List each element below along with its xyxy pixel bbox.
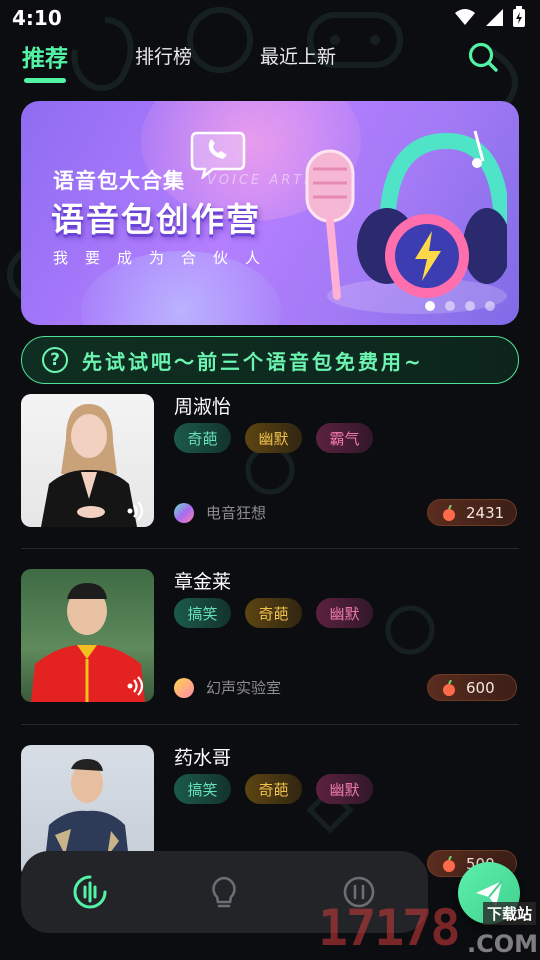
usage-count: 2431 (466, 503, 505, 522)
divider (21, 548, 519, 549)
banner-slogan: 我要成为合伙人 (53, 249, 278, 267)
author-name: 幻声实验室 (206, 679, 282, 697)
carousel-dots (425, 301, 495, 311)
nav-voice-button[interactable] (73, 875, 107, 909)
voice-pack-card[interactable]: 周淑怡 奇葩 幽默 霸气 电音狂想 2431 (21, 394, 519, 528)
tag: 奇葩 (245, 774, 302, 804)
carousel-dot[interactable] (445, 301, 455, 311)
carousel-dot[interactable] (425, 301, 435, 311)
fruit-icon (443, 504, 455, 521)
promo-banner[interactable]: 语音包大合集 VOICE ARTI 语音包创作营 我要成为合伙人 (21, 101, 519, 325)
tag-list: 搞笑 奇葩 幽默 (174, 598, 373, 628)
tag: 搞笑 (174, 774, 231, 804)
search-button[interactable] (466, 40, 500, 74)
phone-bubble-icon (190, 131, 246, 179)
search-icon (468, 42, 498, 72)
system-icons (454, 6, 526, 28)
author-info[interactable]: 幻声实验室 (174, 677, 281, 698)
tab-recommend[interactable]: 推荐 (22, 39, 68, 83)
tag: 幽默 (316, 774, 373, 804)
author-avatar (174, 502, 194, 523)
author-name: 电音狂想 (206, 504, 267, 522)
fruit-icon (443, 855, 455, 872)
tag: 奇葩 (174, 423, 231, 453)
carousel-dot[interactable] (465, 301, 475, 311)
voice-pack-name: 药水哥 (174, 747, 232, 769)
sound-wave-circle-icon (73, 875, 107, 909)
watermark-domain: .COM (466, 930, 538, 958)
tag: 搞笑 (174, 598, 231, 628)
site-watermark: 17178 下载站 .COM (318, 898, 540, 960)
author-avatar (174, 677, 194, 698)
divider (21, 724, 519, 725)
watermark-number: 17178 (318, 899, 461, 957)
status-bar: 4:10 (0, 0, 540, 36)
voice-pack-name: 周淑怡 (174, 396, 232, 418)
tag-list: 奇葩 幽默 霸气 (174, 423, 373, 453)
tag: 奇葩 (245, 598, 302, 628)
audio-wave-icon[interactable] (126, 501, 146, 521)
free-trial-tip[interactable]: ? 先试试吧～前三个语音包免费用~ (21, 336, 519, 384)
voice-pack-card[interactable]: 章金莱 搞笑 奇葩 幽默 幻声实验室 600 (21, 569, 519, 703)
banner-subtitle: 语音包大合集 (53, 169, 185, 193)
voice-pack-thumbnail[interactable] (21, 394, 154, 527)
usage-count: 600 (466, 678, 495, 697)
question-icon: ? (42, 347, 68, 373)
banner-title: 语音包创作营 (51, 200, 261, 239)
audio-wave-icon[interactable] (126, 676, 146, 696)
fruit-icon (443, 679, 455, 696)
voice-pack-name: 章金莱 (174, 571, 232, 593)
watermark-sub: 下载站 (482, 902, 536, 925)
author-info[interactable]: 电音狂想 (174, 502, 266, 523)
top-nav: 推荐 排行榜 最近上新 (0, 36, 540, 86)
signal-icon (486, 9, 503, 26)
tag: 幽默 (245, 423, 302, 453)
voice-pack-thumbnail[interactable] (21, 569, 154, 702)
tab-new[interactable]: 最近上新 (260, 42, 336, 69)
carousel-dot[interactable] (485, 301, 495, 311)
wifi-icon (455, 9, 475, 25)
usage-count-badge: 600 (427, 674, 517, 701)
battery-icon (513, 6, 525, 27)
usage-count-badge: 2431 (427, 499, 517, 526)
free-trial-text: 先试试吧～前三个语音包免费用~ (82, 349, 424, 374)
nav-idea-button[interactable] (207, 875, 241, 909)
status-time: 4:10 (12, 6, 62, 30)
tab-ranking[interactable]: 排行榜 (135, 42, 192, 69)
lightbulb-icon (212, 876, 236, 908)
tag: 霸气 (316, 423, 373, 453)
tag: 幽默 (316, 598, 373, 628)
tag-list: 搞笑 奇葩 幽默 (174, 774, 373, 804)
headphone-microphone-illustration (305, 130, 507, 314)
